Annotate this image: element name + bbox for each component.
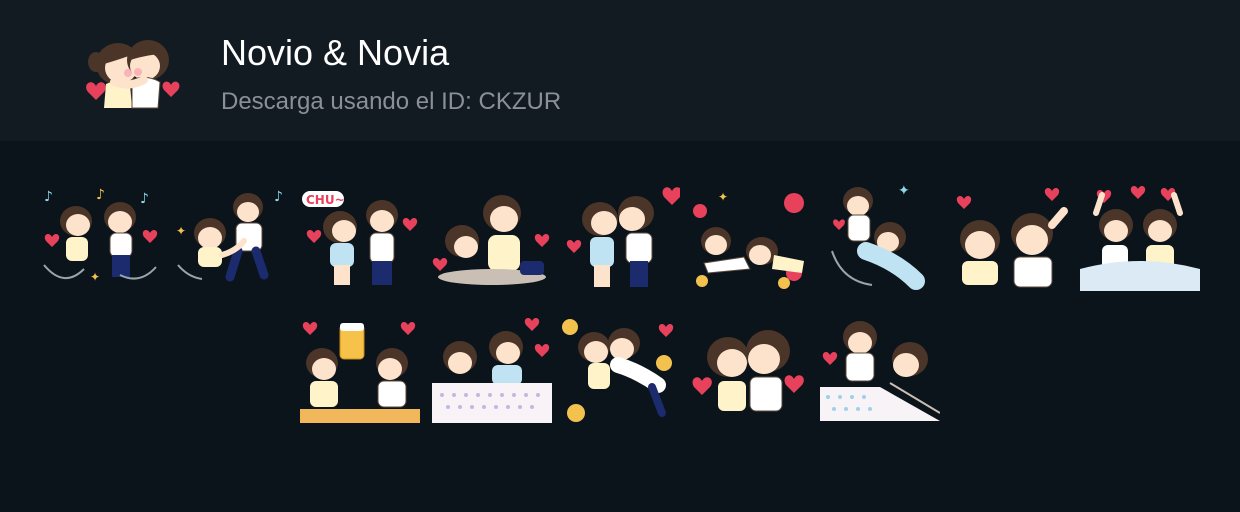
sticker-bed-tickle[interactable] (820, 317, 940, 427)
sticker-cheek-hug[interactable] (690, 317, 810, 427)
svg-text:✦: ✦ (718, 190, 728, 204)
couple-hug-sticker-icon (78, 28, 186, 112)
sticker-hug-spin[interactable]: ✦ (826, 181, 946, 291)
sticker-flowers-push[interactable] (560, 317, 680, 427)
sticker-lap-rest[interactable] (432, 185, 552, 295)
svg-text:✦: ✦ (90, 270, 100, 284)
sticker-crying-happy[interactable] (952, 185, 1072, 295)
sticker-bed-pillow-talk[interactable] (432, 317, 552, 427)
download-id-prefix: Descarga usando el ID: (221, 88, 479, 115)
download-id-label: Descarga usando el ID: CKZUR (221, 88, 561, 116)
sticker-cheek-kiss[interactable] (560, 185, 680, 295)
svg-text:✦: ✦ (176, 224, 186, 238)
sticker-chu-kiss[interactable]: CHU~ (300, 185, 420, 295)
chu-caption: CHU~ (306, 193, 345, 207)
svg-text:♪: ♪ (96, 187, 105, 203)
sticker-pack-header: Novio & Novia Descarga usando el ID: CKZ… (0, 0, 1240, 141)
sticker-dancing-couple[interactable]: ♪ ♪ ♪ ✦ (40, 185, 160, 295)
download-id-code: CKZUR (478, 88, 562, 115)
page-title: Novio & Novia (221, 32, 450, 73)
sticker-cheering-car[interactable] (1080, 185, 1200, 295)
sticker-beer-toast[interactable] (300, 317, 420, 427)
svg-text:♪: ♪ (140, 191, 149, 207)
sticker-lying-flowers[interactable]: ✦ (690, 185, 810, 295)
sticker-grid: ♪ ♪ ♪ ✦ ♪ ✦ CHU~ ✦ ✦ (0, 141, 1240, 512)
svg-text:♪: ♪ (44, 189, 53, 205)
svg-text:♪: ♪ (274, 189, 283, 205)
svg-text:✦: ✦ (898, 183, 910, 199)
sticker-running-couple[interactable]: ♪ ✦ (170, 185, 290, 295)
